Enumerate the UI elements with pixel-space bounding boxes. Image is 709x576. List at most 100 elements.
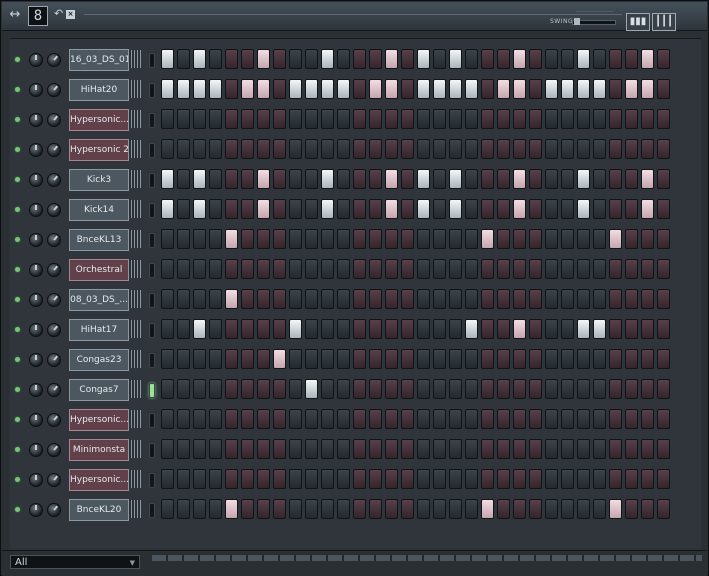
step-button[interactable] bbox=[161, 439, 174, 459]
step-button[interactable] bbox=[369, 139, 382, 159]
step-button[interactable] bbox=[337, 139, 350, 159]
channel-select-indicator[interactable] bbox=[149, 263, 155, 278]
step-button[interactable] bbox=[321, 169, 334, 189]
step-button[interactable] bbox=[209, 499, 222, 519]
pan-knob[interactable] bbox=[29, 263, 43, 277]
step-button[interactable] bbox=[369, 349, 382, 369]
step-button[interactable] bbox=[481, 79, 494, 99]
step-button[interactable] bbox=[401, 229, 414, 249]
step-button[interactable] bbox=[625, 349, 638, 369]
step-button[interactable] bbox=[577, 349, 590, 369]
step-button[interactable] bbox=[513, 139, 526, 159]
step-button[interactable] bbox=[385, 169, 398, 189]
step-button[interactable] bbox=[225, 379, 238, 399]
step-button[interactable] bbox=[353, 229, 366, 249]
channel-name-button[interactable]: Congas23 bbox=[69, 349, 129, 371]
pan-knob[interactable] bbox=[29, 293, 43, 307]
step-button[interactable] bbox=[481, 199, 494, 219]
step-button[interactable] bbox=[177, 319, 190, 339]
step-button[interactable] bbox=[369, 109, 382, 129]
step-button[interactable] bbox=[289, 409, 302, 429]
step-button[interactable] bbox=[209, 259, 222, 279]
step-button[interactable] bbox=[609, 169, 622, 189]
step-button[interactable] bbox=[609, 499, 622, 519]
step-button[interactable] bbox=[529, 379, 542, 399]
step-button[interactable] bbox=[433, 259, 446, 279]
step-button[interactable] bbox=[417, 109, 430, 129]
step-button[interactable] bbox=[305, 289, 318, 309]
step-button[interactable] bbox=[449, 499, 462, 519]
step-button[interactable] bbox=[657, 469, 670, 489]
step-button[interactable] bbox=[321, 319, 334, 339]
step-button[interactable] bbox=[369, 289, 382, 309]
step-button[interactable] bbox=[529, 409, 542, 429]
step-button[interactable] bbox=[273, 439, 286, 459]
step-button[interactable] bbox=[625, 259, 638, 279]
step-button[interactable] bbox=[161, 49, 174, 69]
step-button[interactable] bbox=[321, 79, 334, 99]
channel-select-indicator[interactable] bbox=[149, 143, 155, 158]
step-button[interactable] bbox=[433, 139, 446, 159]
step-button[interactable] bbox=[337, 499, 350, 519]
step-button[interactable] bbox=[273, 109, 286, 129]
step-button[interactable] bbox=[577, 169, 590, 189]
step-button[interactable] bbox=[401, 319, 414, 339]
step-button[interactable] bbox=[401, 499, 414, 519]
volume-knob[interactable] bbox=[47, 263, 61, 277]
step-button[interactable] bbox=[433, 439, 446, 459]
step-button[interactable] bbox=[353, 319, 366, 339]
step-button[interactable] bbox=[177, 169, 190, 189]
step-button[interactable] bbox=[241, 469, 254, 489]
step-button[interactable] bbox=[545, 49, 558, 69]
step-button[interactable] bbox=[385, 499, 398, 519]
step-button[interactable] bbox=[257, 139, 270, 159]
volume-knob[interactable] bbox=[47, 443, 61, 457]
step-button[interactable] bbox=[609, 349, 622, 369]
step-button[interactable] bbox=[241, 259, 254, 279]
step-button[interactable] bbox=[481, 109, 494, 129]
step-button[interactable] bbox=[193, 319, 206, 339]
volume-knob[interactable] bbox=[47, 83, 61, 97]
step-button[interactable] bbox=[225, 469, 238, 489]
mute-led[interactable] bbox=[15, 297, 20, 302]
step-button[interactable] bbox=[417, 469, 430, 489]
pan-knob[interactable] bbox=[29, 203, 43, 217]
step-button[interactable] bbox=[449, 259, 462, 279]
step-button[interactable] bbox=[257, 109, 270, 129]
step-button[interactable] bbox=[401, 199, 414, 219]
step-button[interactable] bbox=[289, 289, 302, 309]
undo-icon[interactable]: ↶ bbox=[54, 8, 66, 20]
move-window-icon[interactable]: ↔ bbox=[8, 7, 22, 23]
step-button[interactable] bbox=[497, 259, 510, 279]
step-button[interactable] bbox=[497, 499, 510, 519]
graph-mode-button[interactable]: ▮▮▮ bbox=[626, 13, 650, 31]
step-button[interactable] bbox=[337, 289, 350, 309]
step-button[interactable] bbox=[209, 409, 222, 429]
pan-knob[interactable] bbox=[29, 353, 43, 367]
mute-led[interactable] bbox=[15, 267, 20, 272]
swing-slider-thumb[interactable] bbox=[574, 18, 580, 25]
mute-led[interactable] bbox=[15, 57, 20, 62]
step-button[interactable] bbox=[545, 79, 558, 99]
step-button[interactable] bbox=[545, 289, 558, 309]
step-button[interactable] bbox=[385, 49, 398, 69]
step-button[interactable] bbox=[177, 229, 190, 249]
step-button[interactable] bbox=[513, 79, 526, 99]
step-button[interactable] bbox=[337, 349, 350, 369]
step-button[interactable] bbox=[561, 109, 574, 129]
step-button[interactable] bbox=[241, 139, 254, 159]
step-button[interactable] bbox=[433, 379, 446, 399]
step-button[interactable] bbox=[177, 259, 190, 279]
step-button[interactable] bbox=[225, 499, 238, 519]
step-button[interactable] bbox=[417, 49, 430, 69]
step-button[interactable] bbox=[321, 349, 334, 369]
step-button[interactable] bbox=[561, 139, 574, 159]
step-button[interactable] bbox=[577, 109, 590, 129]
pan-knob[interactable] bbox=[29, 473, 43, 487]
step-button[interactable] bbox=[225, 319, 238, 339]
step-button[interactable] bbox=[449, 289, 462, 309]
step-button[interactable] bbox=[641, 499, 654, 519]
step-button[interactable] bbox=[321, 229, 334, 249]
step-button[interactable] bbox=[273, 409, 286, 429]
step-button[interactable] bbox=[225, 349, 238, 369]
